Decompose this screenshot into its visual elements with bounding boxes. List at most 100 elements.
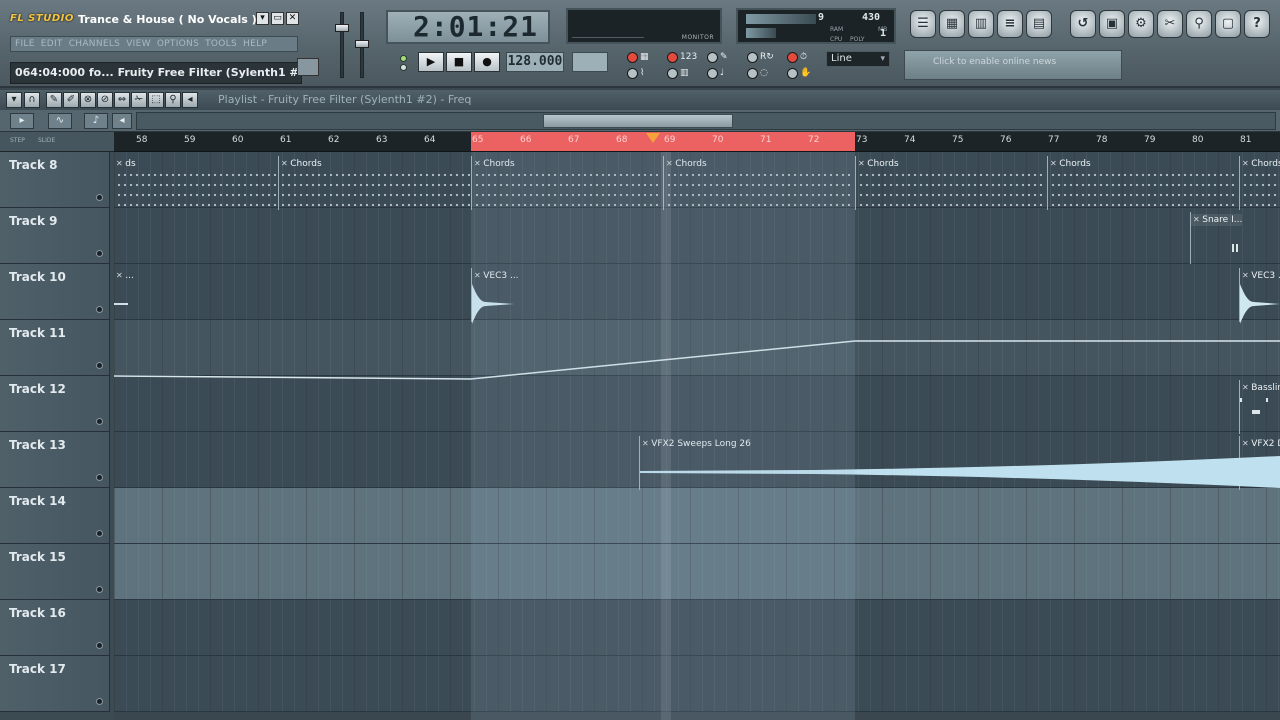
delete-icon[interactable]: ⊗ bbox=[80, 92, 96, 108]
menu-edit[interactable]: EDIT bbox=[41, 37, 63, 51]
track-activity-dot[interactable] bbox=[96, 586, 103, 593]
pattern-selector[interactable] bbox=[572, 52, 608, 72]
menu-help[interactable]: HELP bbox=[243, 37, 267, 51]
blend-notes-toggle[interactable] bbox=[707, 52, 718, 63]
menu-view[interactable]: VIEW bbox=[126, 37, 151, 51]
lane-track-11[interactable] bbox=[114, 320, 1280, 376]
scroll-left-icon[interactable]: ◂ bbox=[112, 113, 132, 129]
select-icon[interactable]: ⬚ bbox=[148, 92, 164, 108]
step-sequencer-icon[interactable]: ▦ bbox=[939, 10, 965, 38]
record-button[interactable]: ● bbox=[474, 52, 500, 72]
clip-label-vec3[interactable]: VEC3 ... bbox=[472, 270, 518, 282]
clip-label-chords[interactable]: Chords bbox=[1240, 158, 1280, 170]
step-option[interactable]: STEP bbox=[10, 137, 25, 144]
timeline-ruler[interactable]: 58 59 60 61 62 63 64 65 66 67 68 69 70 71 72 73 74 75 76 77… bbox=[114, 132, 1280, 152]
track-header[interactable]: Track 16 bbox=[0, 600, 110, 656]
restore-button[interactable]: ▭ bbox=[271, 12, 284, 25]
horizontal-scrollbar[interactable] bbox=[136, 112, 1276, 130]
tempo-display[interactable]: 128.000 bbox=[506, 52, 564, 72]
menu-channels[interactable]: CHANNELS bbox=[69, 37, 121, 51]
track-activity-dot[interactable] bbox=[96, 530, 103, 537]
master-volume-slider[interactable] bbox=[340, 12, 344, 78]
track-activity-dot[interactable] bbox=[96, 362, 103, 369]
help-icon[interactable]: ? bbox=[1244, 10, 1270, 38]
piano-roll-icon[interactable]: ▥ bbox=[968, 10, 994, 38]
lane-track-10[interactable] bbox=[114, 264, 1280, 320]
track-header[interactable]: Track 10 bbox=[0, 264, 110, 320]
clip-label-chords[interactable]: Chords bbox=[1048, 158, 1090, 170]
master-volume-knob[interactable] bbox=[335, 24, 349, 32]
song-position-display[interactable]: 2:01:21 bbox=[386, 10, 550, 44]
wait-input-toggle[interactable] bbox=[627, 68, 638, 79]
song-mode-led[interactable] bbox=[400, 64, 407, 71]
clip-label-chords[interactable]: Chords bbox=[664, 158, 706, 170]
zoom-icon[interactable]: ⚲ bbox=[165, 92, 181, 108]
chords-clip-notes[interactable] bbox=[858, 170, 1046, 210]
stop-button[interactable]: ■ bbox=[446, 52, 472, 72]
track-header[interactable]: Track 14 bbox=[0, 488, 110, 544]
playlist-icon[interactable]: ☰ bbox=[910, 10, 936, 38]
lane-track-9[interactable] bbox=[114, 208, 1280, 264]
mute-icon[interactable]: ⊘ bbox=[97, 92, 113, 108]
lane-track-16[interactable] bbox=[114, 600, 1280, 656]
lane-track-14[interactable] bbox=[114, 488, 1280, 544]
multilink-toggle[interactable] bbox=[707, 68, 718, 79]
lane-track-12[interactable] bbox=[114, 376, 1280, 432]
chords-clip-notes[interactable] bbox=[1242, 170, 1280, 210]
playhead-marker[interactable] bbox=[646, 133, 660, 143]
magnet-icon[interactable]: ∩ bbox=[24, 92, 40, 108]
scrollbar-thumb[interactable] bbox=[543, 114, 733, 128]
track-header[interactable]: Track 15 bbox=[0, 544, 110, 600]
tools-icon[interactable]: ✂ bbox=[1157, 10, 1183, 38]
chords-clip-notes[interactable] bbox=[116, 170, 276, 210]
mixer-icon[interactable]: ▤ bbox=[1026, 10, 1052, 38]
menu-options[interactable]: OPTIONS bbox=[157, 37, 199, 51]
track-activity-dot[interactable] bbox=[96, 194, 103, 201]
slice-icon[interactable]: ✁ bbox=[131, 92, 147, 108]
step-edit-toggle[interactable] bbox=[667, 52, 678, 63]
track-activity-dot[interactable] bbox=[96, 306, 103, 313]
wizard-icon[interactable]: ▢ bbox=[1215, 10, 1241, 38]
slip-icon[interactable]: ⇔ bbox=[114, 92, 130, 108]
plugin-icon[interactable]: ⚙ bbox=[1128, 10, 1154, 38]
slide-option[interactable]: SLIDE bbox=[38, 137, 55, 144]
record-audio-toggle[interactable] bbox=[747, 68, 758, 79]
search-icon[interactable]: ⚲ bbox=[1186, 10, 1212, 38]
pattern-view-icon[interactable]: ▸ bbox=[10, 113, 34, 129]
minimize-button[interactable]: ▾ bbox=[256, 12, 269, 25]
close-button[interactable]: ✕ bbox=[286, 12, 299, 25]
master-pitch-knob[interactable] bbox=[355, 40, 369, 48]
track-header[interactable]: Track 12 bbox=[0, 376, 110, 432]
clip-label-bassline[interactable]: Bassline bbox=[1240, 382, 1280, 394]
track-activity-dot[interactable] bbox=[96, 642, 103, 649]
playlist-lanes[interactable]: ds Chords Chords Chords Chords Chords Ch… bbox=[114, 152, 1280, 720]
step-record-toggle[interactable] bbox=[787, 68, 798, 79]
pattern-mode-led[interactable] bbox=[400, 55, 407, 62]
menu-tools[interactable]: TOOLS bbox=[205, 37, 237, 51]
loop-record-toggle[interactable] bbox=[747, 52, 758, 63]
menu-file[interactable]: FILE bbox=[15, 37, 35, 51]
snap-select[interactable]: Line bbox=[826, 51, 890, 67]
track-activity-dot[interactable] bbox=[96, 250, 103, 257]
track-header[interactable]: Track 11 bbox=[0, 320, 110, 376]
undo-icon[interactable]: ↺ bbox=[1070, 10, 1096, 38]
clip-label-sweep[interactable]: VFX2 Sweeps Long 26 bbox=[640, 438, 751, 450]
track-activity-dot[interactable] bbox=[96, 474, 103, 481]
clip-label[interactable]: ds bbox=[114, 158, 135, 170]
hint-panel-button[interactable] bbox=[297, 58, 319, 76]
metronome-toggle[interactable] bbox=[787, 52, 798, 63]
paint-icon[interactable]: ✐ bbox=[63, 92, 79, 108]
audio-view-icon[interactable]: ♪ bbox=[84, 113, 108, 129]
clip-label-snare[interactable]: Snare I... bbox=[1191, 214, 1243, 226]
track-header[interactable]: Track 17 bbox=[0, 656, 110, 712]
automation-view-icon[interactable]: ∿ bbox=[48, 113, 72, 129]
lane-track-15[interactable] bbox=[114, 544, 1280, 600]
clip-label-vec3[interactable]: VEC3 ... bbox=[1240, 270, 1280, 282]
countdown-toggle[interactable] bbox=[667, 68, 678, 79]
chords-clip-notes[interactable] bbox=[280, 170, 470, 210]
chords-clip-notes[interactable] bbox=[474, 170, 662, 210]
track-header[interactable]: Track 9 bbox=[0, 208, 110, 264]
browser-icon[interactable]: ≡ bbox=[997, 10, 1023, 38]
save-icon[interactable]: ▣ bbox=[1099, 10, 1125, 38]
track-activity-dot[interactable] bbox=[96, 418, 103, 425]
